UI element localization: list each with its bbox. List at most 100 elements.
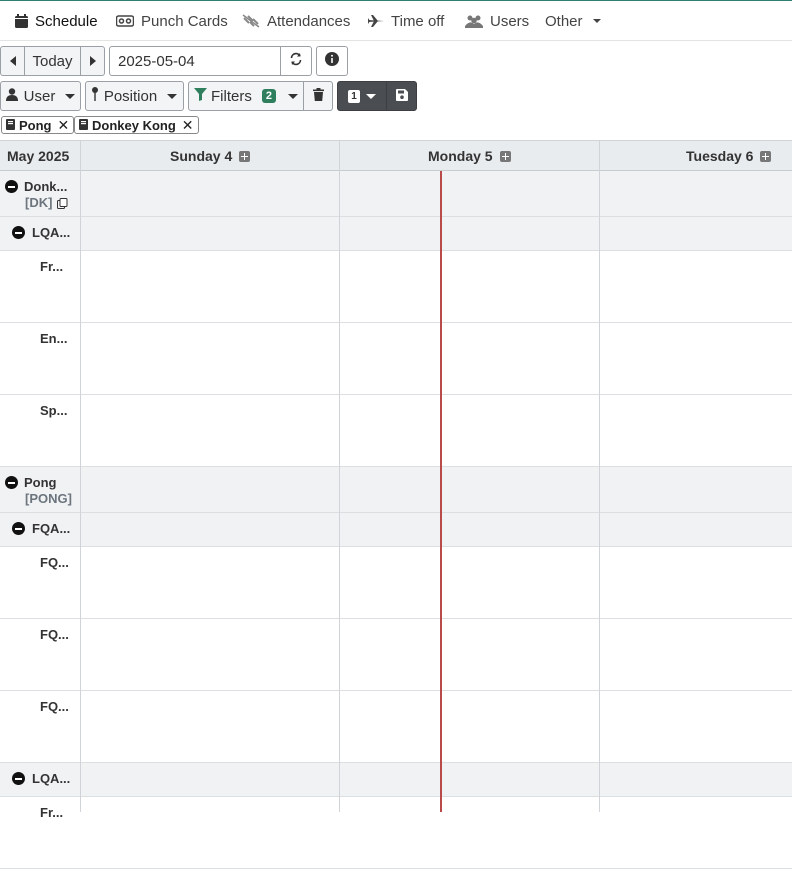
save-icon (396, 88, 408, 105)
refresh-icon (289, 52, 303, 70)
today-button[interactable]: Today (24, 46, 81, 76)
nav-other-label: Other (545, 13, 583, 30)
group-row-lqa (0, 217, 792, 251)
resource-label: FQ... (40, 627, 69, 642)
filter-chip-pong-label: Pong (19, 118, 52, 133)
next-date-button[interactable] (80, 46, 105, 76)
collapse-icon[interactable] (5, 476, 18, 489)
close-icon[interactable]: ✕ (182, 117, 194, 134)
group-code-pong: [PONG] (25, 491, 72, 506)
nav-time-off[interactable]: Time off (368, 12, 444, 30)
chevron-down-icon (65, 94, 75, 99)
column-divider (80, 140, 81, 812)
nav-users-label: Users (490, 13, 529, 30)
group-row-lqa-2 (0, 763, 792, 797)
group-label-lqa: LQA... (32, 225, 70, 240)
clear-filters-button[interactable] (303, 81, 333, 111)
column-header-monday-label: Monday 5 (428, 148, 493, 164)
resource-label: FQ... (40, 699, 69, 714)
collapse-icon[interactable] (12, 772, 25, 785)
collapse-icon[interactable] (12, 522, 25, 535)
nav-punch-cards[interactable]: Punch Cards (116, 12, 228, 30)
group-row-pong (0, 467, 792, 513)
group-label-donkey-kong: Donk... (24, 179, 67, 194)
resource-row[interactable] (0, 395, 792, 467)
top-navbar: Schedule Punch Cards Attendances Time of… (0, 0, 792, 41)
resource-label: Sp... (40, 403, 67, 418)
nav-other-dropdown[interactable]: Other (545, 12, 601, 30)
nav-time-off-label: Time off (391, 13, 444, 30)
group-label-lqa-2: LQA... (32, 771, 70, 786)
trash-icon (313, 88, 324, 105)
pin-icon (92, 87, 98, 105)
close-icon[interactable]: ✕ (58, 117, 70, 134)
resource-row[interactable] (0, 619, 792, 691)
schedule-grid-header: May 2025 Sunday 4 Monday 5 Tuesday 6 (0, 140, 792, 171)
info-button[interactable] (316, 46, 348, 76)
nav-attendances[interactable]: Attendances (242, 12, 350, 30)
resource-row[interactable] (0, 323, 792, 395)
chevron-down-icon (167, 94, 177, 99)
filter-icon (194, 88, 207, 105)
prev-date-button[interactable] (0, 46, 25, 76)
chevron-down-icon (288, 94, 298, 99)
position-group-dropdown[interactable]: Position (85, 81, 184, 111)
resource-label: FQ... (40, 555, 69, 570)
views-dropdown[interactable]: 1 (337, 81, 387, 111)
plane-icon (368, 14, 384, 28)
column-header-sunday-label: Sunday 4 (170, 148, 232, 164)
collapse-icon[interactable] (5, 180, 18, 193)
add-shift-icon[interactable] (760, 151, 771, 162)
column-header-tuesday-label: Tuesday 6 (686, 148, 753, 164)
save-view-button[interactable] (386, 81, 417, 111)
nav-schedule[interactable]: Schedule (15, 12, 98, 30)
chevron-down-icon (366, 94, 376, 99)
resource-row[interactable] (0, 547, 792, 619)
resource-row[interactable] (0, 797, 792, 869)
nav-users[interactable]: Users (465, 12, 529, 30)
book-icon (79, 118, 88, 133)
filters-label: Filters (211, 88, 252, 105)
position-group-label: Position (104, 88, 157, 105)
filter-chip-donkey-kong-label: Donkey Kong (92, 118, 176, 133)
caret-left-icon (10, 56, 16, 66)
views-count-badge: 1 (348, 90, 360, 103)
resource-label: En... (40, 331, 67, 346)
brand-topline (0, 0, 792, 1)
user-group-dropdown[interactable]: User (0, 81, 81, 111)
refresh-button[interactable] (280, 46, 312, 76)
info-icon (325, 52, 339, 70)
filter-chip-donkey-kong: Donkey Kong ✕ (74, 116, 199, 134)
today-label: Today (32, 53, 72, 70)
group-row-donkey-kong (0, 171, 792, 217)
calendar-icon (15, 14, 28, 28)
current-time-line (440, 171, 442, 812)
tape-icon (116, 15, 134, 27)
collapse-icon[interactable] (12, 226, 25, 239)
caret-right-icon (90, 56, 96, 66)
user-group-label: User (24, 88, 56, 105)
column-header-sunday: Sunday 4 (170, 148, 250, 164)
user-icon (6, 88, 18, 105)
resource-row[interactable] (0, 251, 792, 323)
resource-label: Fr... (40, 805, 63, 820)
filters-button[interactable]: Filters 2 (188, 81, 304, 111)
users-icon (465, 15, 483, 28)
copy-icon[interactable] (57, 196, 68, 212)
filters-count-badge: 2 (262, 89, 276, 103)
column-divider (339, 140, 340, 812)
nav-attendances-label: Attendances (267, 13, 350, 30)
group-code-dk: [DK] (25, 195, 52, 210)
resource-label: Fr... (40, 259, 63, 274)
resource-row[interactable] (0, 691, 792, 763)
column-header-tuesday: Tuesday 6 (686, 148, 771, 164)
date-input[interactable]: 2025-05-04 (109, 46, 281, 76)
month-label: May 2025 (7, 148, 69, 164)
column-divider (599, 140, 600, 812)
nav-schedule-label: Schedule (35, 13, 98, 30)
add-shift-icon[interactable] (239, 151, 250, 162)
group-row-fqa (0, 513, 792, 547)
add-shift-icon[interactable] (500, 151, 511, 162)
column-header-monday: Monday 5 (428, 148, 511, 164)
filter-chip-pong: Pong ✕ (1, 116, 74, 134)
